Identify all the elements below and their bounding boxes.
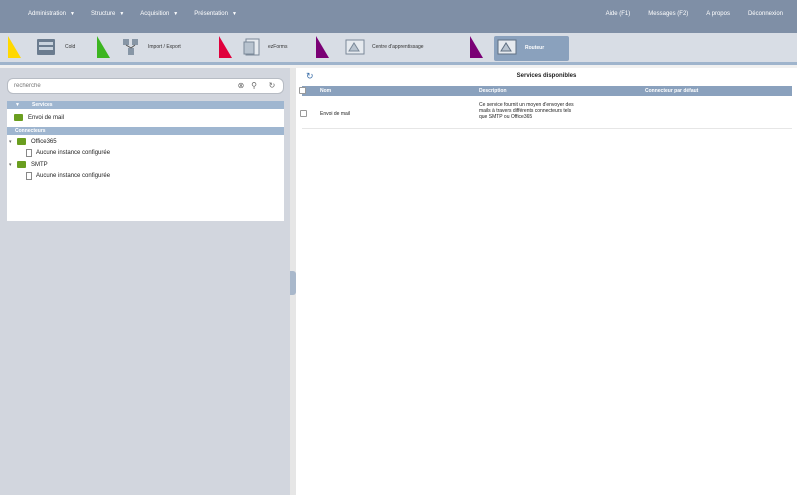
tree-item-envoi-de-mail[interactable]: Envoi de mail: [14, 112, 64, 123]
table-header: Nom Description Connecteur par défaut: [299, 86, 792, 96]
chevron-down-icon: ▼: [119, 11, 125, 17]
folder-icon: [14, 114, 23, 121]
app-tab-import-export[interactable]: Import / Export: [121, 33, 207, 62]
app-tab-routeur[interactable]: Routeur: [494, 36, 569, 61]
chevron-down-icon: ▼: [173, 11, 179, 17]
main-menu-left: Administration ▼ Structure ▼ Acquisition ▼ …: [28, 11, 237, 17]
services-panel: ↻ Services disponibles Nom Description C…: [296, 68, 797, 495]
row-divider: [302, 128, 792, 129]
folder-icon: [17, 161, 26, 168]
tree-item-label: Aucune instance configurée: [36, 149, 111, 156]
column-header-name[interactable]: Nom: [320, 88, 331, 94]
tree-item-smtp[interactable]: ▾ SMTP: [9, 159, 48, 170]
navigation-panel: ⊗ ⚲ ↻ ▼ Services Envoi de mail Connecteu…: [0, 68, 290, 495]
menu-about[interactable]: A propos: [706, 11, 730, 17]
tree-item-label: Office365: [31, 138, 57, 145]
search-input[interactable]: [14, 80, 229, 92]
menu-presentation[interactable]: Présentation ▼: [194, 11, 237, 17]
learning-icon: [345, 39, 365, 55]
tree-header-connectors[interactable]: Connecteurs: [7, 127, 284, 135]
search-box: ⊗ ⚲ ↻: [7, 78, 284, 94]
app-window: Administration ▼ Structure ▼ Acquisition ▼ …: [0, 0, 797, 495]
flag-red-icon: [219, 36, 232, 58]
tree-item-smtp-instance[interactable]: Aucune instance configurée: [26, 170, 110, 181]
app-tab-cold[interactable]: Cold: [36, 33, 86, 62]
menu-help[interactable]: Aide (F1): [606, 11, 631, 17]
menu-messages[interactable]: Messages (F2): [648, 11, 688, 17]
application-bar: Cold Import / Export ezForms Centre d'ap…: [0, 33, 797, 65]
expand-icon[interactable]: ▾: [9, 162, 17, 168]
menu-administration[interactable]: Administration ▼: [28, 11, 75, 17]
app-tab-learning-centre[interactable]: Centre d'apprentissage: [345, 33, 457, 62]
app-label-learning-centre: Centre d'apprentissage: [372, 44, 424, 50]
menu-logout[interactable]: Déconnexion: [748, 11, 783, 17]
refresh-icon[interactable]: ↻: [267, 81, 277, 91]
app-label-cold: Cold: [65, 44, 76, 50]
main-menu-bar: Administration ▼ Structure ▼ Acquisition ▼ …: [0, 0, 797, 33]
tree-item-office365-instance[interactable]: Aucune instance configurée: [26, 147, 110, 158]
tree-item-label: Envoi de mail: [28, 114, 65, 121]
tree-item-office365[interactable]: ▾ Office365: [9, 136, 57, 147]
main-menu-right: Aide (F1) Messages (F2) A propos Déconne…: [606, 11, 783, 17]
app-label-routeur: Routeur: [525, 45, 545, 51]
cold-icon: [37, 39, 55, 55]
app-tab-ezforms[interactable]: ezForms: [242, 33, 304, 62]
flag-yellow-icon: [8, 36, 21, 58]
document-icon: [26, 171, 32, 180]
flag-purple-icon: [316, 36, 329, 58]
collapse-icon[interactable]: ▼: [15, 101, 20, 109]
forms-icon: [243, 38, 260, 56]
flag-purple-icon: [470, 36, 483, 58]
tree-item-label: SMTP: [31, 161, 48, 168]
search-icon[interactable]: ⚲: [249, 81, 259, 91]
service-name: Envoi de mail: [320, 111, 351, 117]
panel-title: Services disponibles: [516, 73, 577, 79]
service-description: Ce service fournit un moyen d'envoyer de…: [479, 102, 574, 120]
clear-search-icon[interactable]: ⊗: [236, 81, 246, 91]
menu-structure[interactable]: Structure ▼: [91, 11, 124, 17]
select-all-checkbox[interactable]: [299, 87, 306, 94]
expand-icon[interactable]: ▾: [9, 139, 17, 145]
tree-item-label: Aucune instance configurée: [36, 172, 111, 179]
column-header-default-connector[interactable]: Connecteur par défaut: [645, 88, 698, 94]
chevron-down-icon: ▼: [231, 11, 237, 17]
chevron-down-icon: ▼: [70, 11, 75, 17]
tree-header-services[interactable]: ▼ Services: [7, 101, 284, 109]
folder-icon: [17, 138, 26, 145]
import-export-icon: [123, 39, 138, 55]
document-icon: [26, 148, 32, 157]
app-label-ezforms: ezForms: [268, 44, 288, 50]
flag-green-icon: [97, 36, 110, 58]
service-tree: ▼ Services Envoi de mail Connecteurs ▾ O…: [7, 101, 284, 221]
menu-acquisition[interactable]: Acquisition ▼: [140, 11, 178, 17]
app-label-import-export: Import / Export: [148, 44, 181, 50]
column-header-description[interactable]: Description: [479, 88, 507, 94]
router-icon: [497, 39, 517, 55]
row-checkbox[interactable]: [300, 110, 307, 117]
